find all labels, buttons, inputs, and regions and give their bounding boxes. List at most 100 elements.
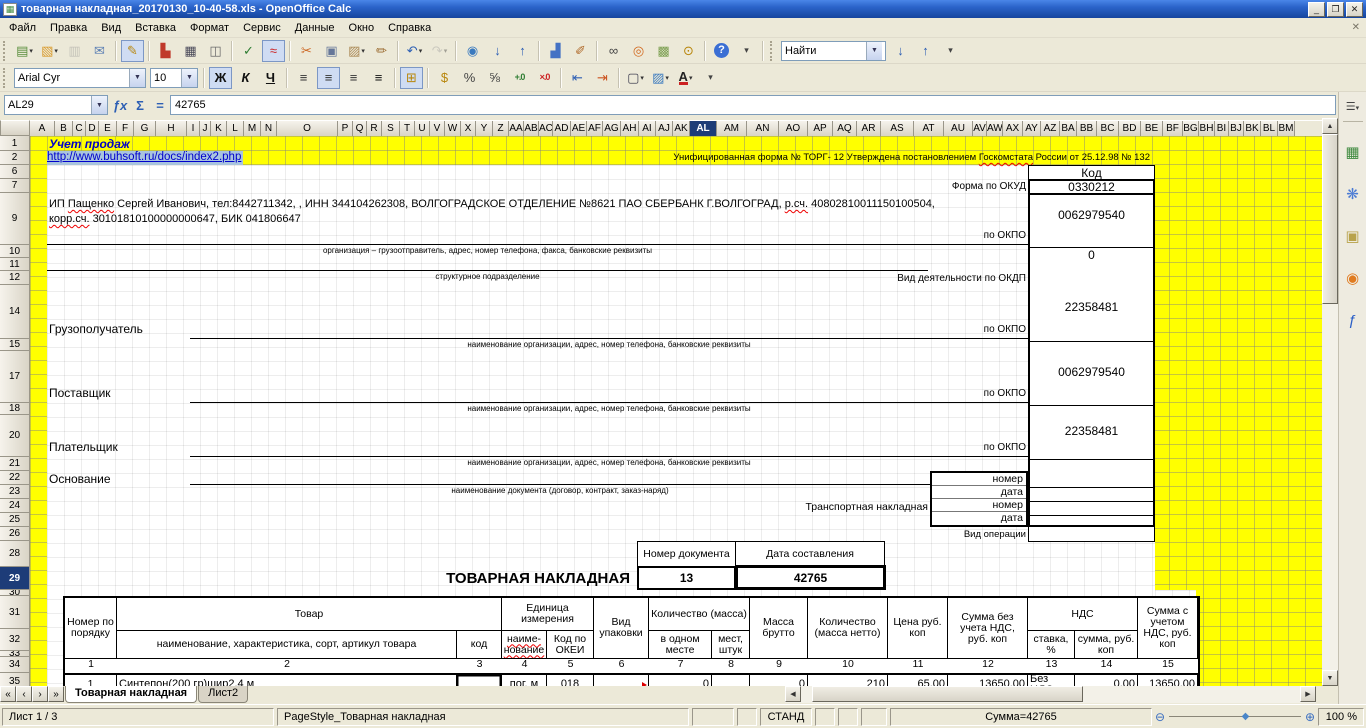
column-header[interactable]: AC [539, 121, 553, 136]
close-document-icon[interactable]: ✕ [1352, 22, 1360, 33]
delete-decimal-button[interactable]: ×.0 [533, 67, 556, 89]
row-header[interactable]: 26 [0, 527, 30, 541]
row-header[interactable]: 2 [0, 151, 30, 165]
draw-functions-button[interactable]: ✐ [569, 40, 592, 62]
column-header[interactable]: BD [1119, 121, 1141, 136]
column-header[interactable]: S [382, 121, 400, 136]
column-header[interactable]: J [200, 121, 211, 136]
item-code-cell[interactable] [457, 675, 502, 686]
zoom-track[interactable]: ◆ [1169, 716, 1301, 717]
menu-help[interactable]: Справка [381, 20, 438, 36]
column-header[interactable]: AU [944, 121, 973, 136]
item-name-cell[interactable]: Синтепон (200 гр)шир 2,4 м [117, 675, 457, 686]
menu-data[interactable]: Данные [288, 20, 342, 36]
minimize-button[interactable]: _ [1308, 2, 1325, 17]
header-sum-wo-vat[interactable]: Сумма без учета НДС, руб. коп [948, 598, 1028, 659]
find-previous-button[interactable]: ↑ [914, 40, 937, 62]
row-header[interactable]: 28 [0, 541, 30, 567]
paste-button[interactable]: ▨▾ [345, 40, 368, 62]
column-header[interactable]: AK [673, 121, 690, 136]
column-header[interactable]: AM [717, 121, 747, 136]
item-total-cell[interactable]: 13650,00 [1138, 675, 1198, 686]
format-paintbrush-button[interactable]: ✏ [370, 40, 393, 62]
row-header[interactable]: 9 [0, 193, 30, 245]
header-unit-code[interactable]: Код по ОКЕИ [547, 631, 594, 659]
row-header[interactable]: 14 [0, 285, 30, 339]
first-sheet-button[interactable]: « [0, 686, 16, 702]
find-next-button[interactable]: ↓ [889, 40, 912, 62]
doc-date-header-cell[interactable]: Дата составления [735, 541, 885, 567]
column-header[interactable]: BL [1261, 121, 1278, 136]
header-price[interactable]: Цена руб. коп [888, 598, 948, 659]
column-header[interactable]: C [73, 121, 86, 136]
selection-mode[interactable]: СТАНД [760, 708, 812, 726]
column-header[interactable]: AS [881, 121, 914, 136]
equals-icon[interactable]: = [150, 95, 170, 115]
column-header[interactable]: AP [808, 121, 833, 136]
redo-button[interactable]: ↷▾ [428, 40, 451, 62]
column-header[interactable]: BB [1077, 121, 1097, 136]
payer-label[interactable]: Плательщик [49, 440, 118, 454]
row-header[interactable]: 10 [0, 245, 30, 258]
auto-spellcheck-button[interactable]: ≈ [262, 40, 285, 62]
dropdown-arrow-icon[interactable]: ▾ [54, 47, 58, 55]
item-gross-cell[interactable]: 0 [750, 675, 808, 686]
column-header[interactable]: Q [353, 121, 367, 136]
column-header[interactable]: AA [509, 121, 524, 136]
supplier-label[interactable]: Поставщик [49, 386, 111, 400]
menu-format[interactable]: Формат [183, 20, 236, 36]
sidebar-navigator-button[interactable]: ◉ [1341, 266, 1365, 290]
row-header[interactable]: 32 [0, 629, 30, 651]
row-header[interactable]: 11 [0, 258, 30, 271]
combo-arrow-icon[interactable]: ▼ [181, 69, 197, 87]
insert-chart-button[interactable]: ▟ [544, 40, 567, 62]
cut-button[interactable]: ✂ [295, 40, 318, 62]
hyperlink-button[interactable]: ◉ [461, 40, 484, 62]
zoom-slider[interactable]: ⊖ ◆ ⊕ [1155, 708, 1315, 726]
code-column-box[interactable]: 0062979540 0 22358481 0062979540 2235848… [1028, 193, 1155, 527]
increase-indent-button[interactable]: ⇥ [591, 67, 614, 89]
sidebar-menu-icon[interactable]: ☰▾ [1346, 100, 1359, 113]
font-color-button[interactable]: A▾ [674, 67, 697, 89]
consignee-label[interactable]: Грузополучатель [49, 322, 143, 336]
header-vat-sum[interactable]: сумма, руб. коп [1075, 631, 1138, 659]
column-header[interactable]: B [55, 121, 73, 136]
okdp-value-cell[interactable]: 0 [1030, 248, 1153, 261]
function-wizard-icon[interactable]: ƒx [110, 95, 130, 115]
next-sheet-button[interactable]: › [32, 686, 48, 702]
item-qty-one-cell[interactable]: 0 [649, 675, 712, 686]
sort-descending-button[interactable]: ↑ [511, 40, 534, 62]
sidebar-gallery-button[interactable]: ▣ [1341, 224, 1365, 248]
header-product-code[interactable]: код [457, 631, 502, 659]
row-header[interactable]: 17 [0, 351, 30, 403]
header-package[interactable]: Вид упаковки [594, 598, 649, 659]
header-qty-one[interactable]: в одном месте [649, 631, 712, 659]
column-header[interactable]: V [430, 121, 445, 136]
column-header[interactable]: A [30, 121, 55, 136]
column-header[interactable]: AN [747, 121, 779, 136]
sidebar-styles-button[interactable]: ❋ [1341, 182, 1365, 206]
column-header[interactable]: AF [587, 121, 603, 136]
email-document-button[interactable]: ✉ [88, 40, 111, 62]
previous-sheet-button[interactable]: ‹ [16, 686, 32, 702]
row-header[interactable]: 21 [0, 457, 30, 471]
item-qty-places-cell[interactable] [712, 675, 750, 686]
column-header[interactable]: AT [914, 121, 944, 136]
column-header[interactable]: BE [1141, 121, 1163, 136]
column-header[interactable]: O [277, 121, 338, 136]
find-combobox[interactable]: ▼ [781, 41, 886, 61]
sum-indicator[interactable]: Сумма=42765 [890, 708, 1152, 726]
menu-file[interactable]: Файл [2, 20, 43, 36]
restore-button[interactable]: ❐ [1327, 2, 1344, 17]
zoom-in-icon[interactable]: ⊕ [1305, 710, 1315, 724]
column-header[interactable]: BH [1199, 121, 1215, 136]
sidebar-functions-button[interactable]: ƒ [1341, 308, 1365, 332]
menu-insert[interactable]: Вставка [128, 20, 183, 36]
sheet-tab-tovarnaya-nakladnaya[interactable]: Товарная накладная [65, 686, 197, 703]
column-header[interactable]: AG [603, 121, 621, 136]
row-header[interactable]: 22 [0, 471, 30, 485]
row-header[interactable]: 12 [0, 271, 30, 285]
column-header[interactable]: T [400, 121, 415, 136]
column-header[interactable]: AH [621, 121, 639, 136]
column-header[interactable]: K [211, 121, 227, 136]
